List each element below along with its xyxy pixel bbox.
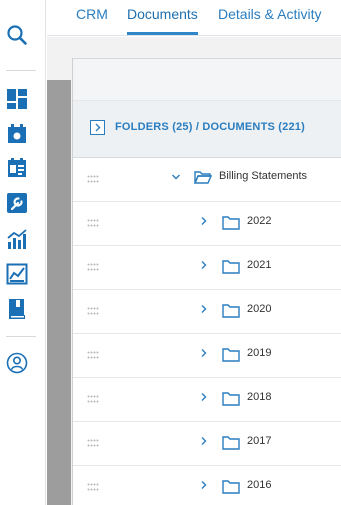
folder-name: 2020: [247, 303, 272, 315]
chevron-right-icon: [95, 123, 101, 132]
tab-crm[interactable]: CRM: [76, 6, 108, 22]
contacts-icon[interactable]: [6, 157, 28, 179]
tab-documents[interactable]: Documents: [127, 6, 198, 22]
drag-handle-icon[interactable]: [87, 263, 99, 271]
drag-handle-icon[interactable]: [87, 307, 99, 315]
tree-row-folder[interactable]: 2022: [73, 202, 341, 246]
folder-name: 2017: [247, 435, 272, 447]
reports-icon[interactable]: [6, 228, 28, 250]
folder-name: 2016: [247, 479, 272, 491]
rail-divider: [6, 336, 36, 337]
left-icon-rail: [0, 0, 46, 505]
user-icon[interactable]: [6, 352, 28, 374]
tools-icon[interactable]: [6, 192, 28, 214]
tree-row-folder[interactable]: 2018: [73, 378, 341, 422]
panel-header: [73, 59, 341, 101]
chevron-right-icon[interactable]: [199, 480, 209, 490]
folder-name: 2022: [247, 215, 272, 227]
chevron-down-icon[interactable]: [171, 172, 181, 182]
tree-row-folder[interactable]: 2019: [73, 334, 341, 378]
chevron-right-icon[interactable]: [199, 436, 209, 446]
side-gutter: [47, 80, 71, 505]
chevron-right-icon[interactable]: [199, 216, 209, 226]
tab-details-activity[interactable]: Details & Activity: [218, 6, 321, 22]
folder-icon: [222, 216, 240, 230]
search-icon[interactable]: [6, 24, 28, 46]
folder-icon: [222, 260, 240, 274]
folder-icon: [222, 392, 240, 406]
breadcrumb: FOLDERS (25) / DOCUMENTS (221): [73, 101, 341, 158]
tree-row-root[interactable]: Billing Statements: [73, 158, 341, 202]
active-tab-indicator: [127, 32, 198, 35]
drag-handle-icon[interactable]: [87, 439, 99, 447]
documents-panel: FOLDERS (25) / DOCUMENTS (221) Billing S…: [72, 58, 341, 505]
calendar-icon[interactable]: [6, 123, 28, 145]
folder-icon: [222, 348, 240, 362]
drag-handle-icon[interactable]: [87, 395, 99, 403]
tree-row-folder[interactable]: 2021: [73, 246, 341, 290]
folder-icon: [222, 436, 240, 450]
rail-divider: [6, 70, 36, 71]
drag-handle-icon[interactable]: [87, 351, 99, 359]
folder-name: Billing Statements: [219, 170, 308, 182]
drag-handle-icon[interactable]: [87, 219, 99, 227]
chevron-right-icon[interactable]: [199, 348, 209, 358]
folder-name: 2021: [247, 259, 272, 271]
tree-row-folder[interactable]: 2016: [73, 466, 341, 505]
dashboard-icon[interactable]: [6, 88, 28, 110]
tab-bar: CRM Documents Details & Activity: [47, 0, 341, 36]
tree-row-folder[interactable]: 2017: [73, 422, 341, 466]
chevron-right-icon[interactable]: [199, 304, 209, 314]
library-icon[interactable]: [6, 298, 28, 320]
folder-icon: [222, 480, 240, 494]
folder-name: 2018: [247, 391, 272, 403]
tree-row-folder[interactable]: 2020: [73, 290, 341, 334]
folder-open-icon: [194, 171, 212, 184]
chevron-right-icon[interactable]: [199, 260, 209, 270]
analytics-icon[interactable]: [6, 263, 28, 285]
expand-toggle-button[interactable]: [90, 120, 105, 135]
breadcrumb-text[interactable]: FOLDERS (25) / DOCUMENTS (221): [115, 121, 305, 133]
drag-handle-icon[interactable]: [87, 175, 99, 183]
folder-name: 2019: [247, 347, 272, 359]
drag-handle-icon[interactable]: [87, 483, 99, 491]
chevron-right-icon[interactable]: [199, 392, 209, 402]
folder-icon: [222, 304, 240, 318]
